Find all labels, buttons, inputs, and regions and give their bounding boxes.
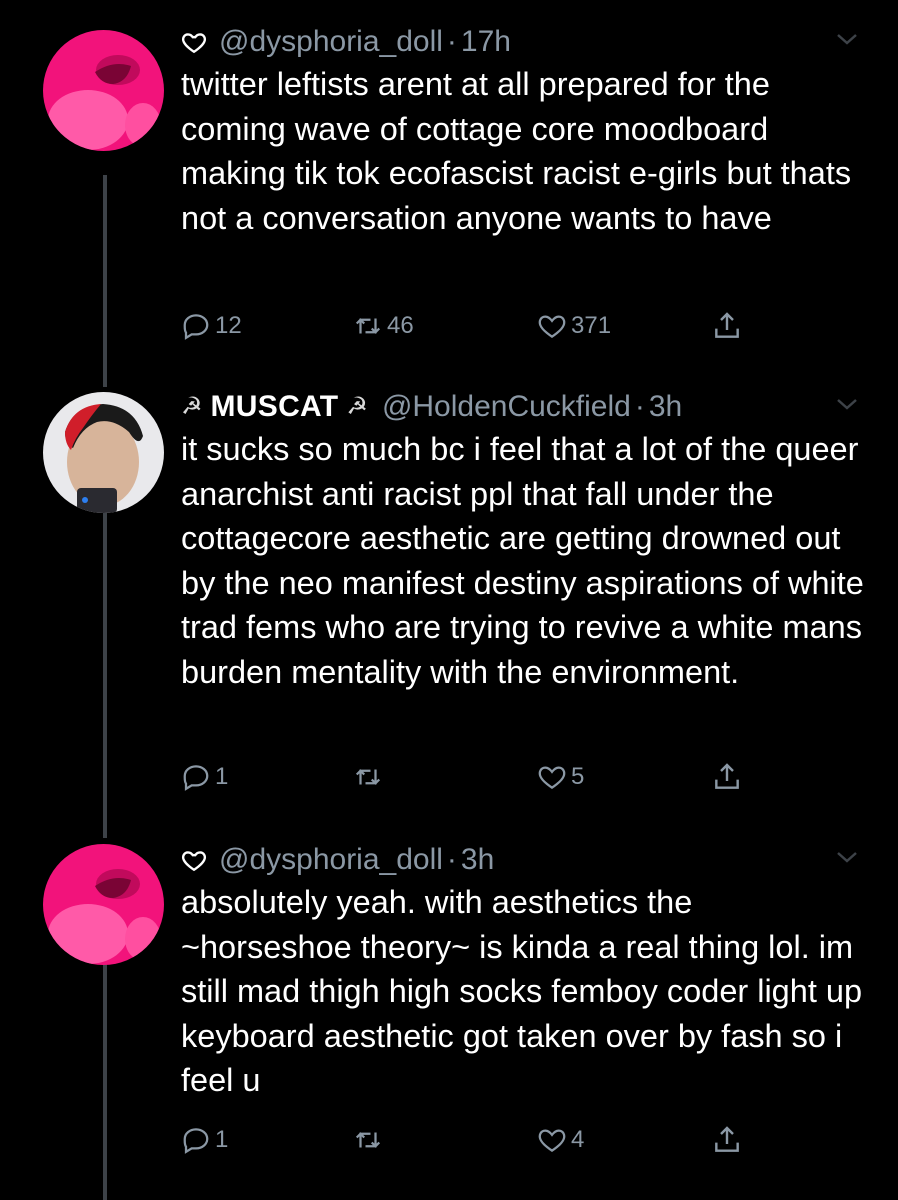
like-button[interactable]: 371 [537, 308, 611, 344]
chevron-down-icon[interactable] [834, 391, 860, 417]
tweet-actions: 1 5 [181, 759, 781, 795]
like-button[interactable]: 5 [537, 759, 584, 795]
timestamp[interactable]: 3h [649, 385, 682, 429]
like-button[interactable]: 4 [537, 1122, 584, 1158]
separator: · [446, 25, 457, 58]
retweet-icon [355, 1132, 381, 1148]
share-icon [715, 763, 739, 789]
reply-icon [183, 765, 209, 791]
tweet-text: absolutely yeah. with aesthetics the ~ho… [181, 884, 872, 1098]
like-count: 371 [571, 312, 612, 339]
reply-button[interactable]: 1 [181, 759, 228, 795]
share-button[interactable] [711, 308, 747, 344]
like-count: 4 [571, 1126, 585, 1153]
retweet-count: 46 [387, 312, 414, 339]
heart-outline-icon [181, 851, 207, 872]
retweet-icon [355, 318, 381, 334]
timestamp[interactable]: 3h [461, 838, 494, 882]
tweet[interactable]: @dysphoria_doll · 3h absolutely yeah. wi… [0, 838, 898, 1178]
reply-count: 1 [215, 763, 229, 790]
tweet-header: @dysphoria_doll · 17h [181, 20, 511, 64]
tweet-actions: 1 4 [181, 1122, 781, 1158]
retweet-icon [355, 769, 381, 785]
handle[interactable]: @HoldenCuckfield [382, 385, 631, 429]
retweet-button[interactable]: 46 [353, 308, 414, 344]
display-name[interactable]: MUSCAT [211, 385, 339, 429]
share-button[interactable] [711, 759, 747, 795]
tweet-header: @dysphoria_doll · 3h [181, 838, 494, 882]
hammer-sickle-icon: ☭ [346, 393, 368, 420]
retweet-button[interactable] [353, 1122, 387, 1158]
timestamp[interactable]: 17h [461, 20, 511, 64]
tweet-actions: 12 46 371 [181, 308, 781, 344]
heart-icon [538, 315, 566, 338]
chevron-down-icon[interactable] [834, 26, 860, 52]
heart-icon [538, 1129, 566, 1152]
handle[interactable]: @dysphoria_doll [219, 20, 443, 64]
separator: · [446, 843, 457, 876]
reply-icon [183, 1128, 209, 1154]
tweet[interactable]: @dysphoria_doll · 17h twitter leftists a… [0, 20, 898, 360]
handle[interactable]: @dysphoria_doll [219, 838, 443, 882]
like-count: 5 [571, 763, 585, 790]
share-icon [715, 1126, 739, 1152]
tweet-text: twitter leftists arent at all prepared f… [181, 66, 861, 236]
reply-count: 1 [215, 1126, 229, 1153]
tweet-text: it sucks so much bc i feel that a lot of… [181, 431, 873, 690]
avatar[interactable] [43, 392, 164, 513]
heart-outline-icon [181, 33, 207, 54]
hammer-sickle-icon: ☭ [181, 393, 203, 420]
avatar[interactable] [43, 844, 164, 965]
reply-button[interactable]: 12 [181, 308, 242, 344]
share-icon [715, 312, 739, 338]
tweet[interactable]: ☭ MUSCAT ☭ @HoldenCuckfield · 3h it suck… [0, 385, 898, 805]
avatar-image [43, 392, 164, 513]
retweet-button[interactable] [353, 759, 387, 795]
reply-count: 12 [215, 312, 242, 339]
chevron-down-icon[interactable] [834, 844, 860, 870]
reply-icon [183, 314, 209, 340]
tweet-header: ☭ MUSCAT ☭ @HoldenCuckfield · 3h [181, 385, 682, 429]
heart-icon [538, 766, 566, 789]
separator: · [634, 390, 645, 423]
avatar-image [43, 30, 164, 151]
reply-button[interactable]: 1 [181, 1122, 228, 1158]
avatar[interactable] [43, 30, 164, 151]
share-button[interactable] [711, 1122, 747, 1158]
avatar-image [43, 844, 164, 965]
